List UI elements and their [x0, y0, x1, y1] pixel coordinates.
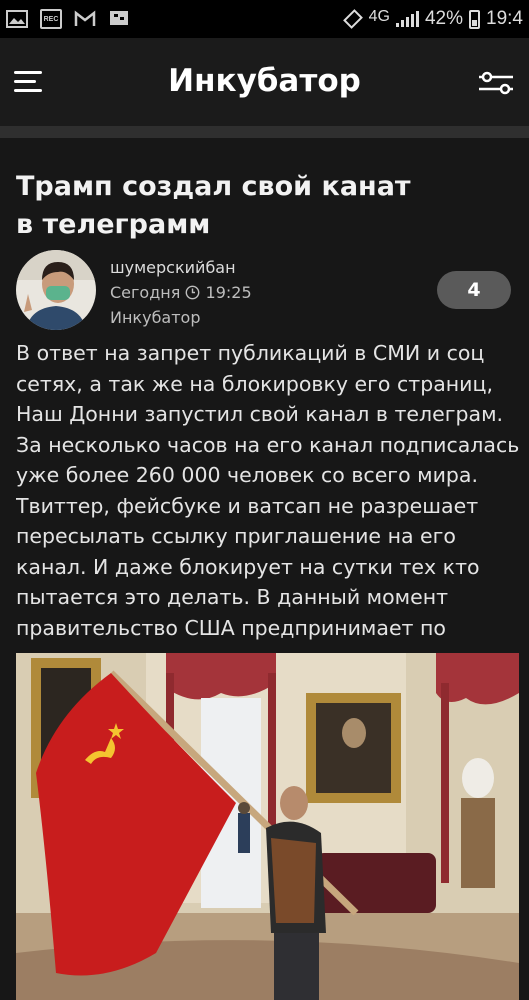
author-name[interactable]: шумерскийбан: [110, 255, 252, 280]
post-date: Сегодня 19:25: [110, 280, 252, 305]
battery-percent: 42%: [424, 8, 464, 29]
post-body: В ответ на запрет публикаций в СМИ и соц…: [16, 341, 520, 640]
post-card: Трамп создал свой канат в телеграмм шуме…: [0, 138, 529, 1000]
header-divider: [0, 126, 529, 138]
signal-icon: [395, 11, 419, 27]
vibrate-icon: [342, 9, 363, 29]
post-time: 19:25: [205, 283, 252, 302]
post-title[interactable]: Трамп создал свой канат в телеграмм: [16, 168, 416, 244]
post-image[interactable]: [16, 653, 519, 1000]
post-section[interactable]: Инкубатор: [110, 305, 252, 330]
avatar[interactable]: [16, 250, 96, 330]
page-title: Инкубатор: [168, 63, 361, 99]
rating-badge[interactable]: 4: [437, 271, 511, 309]
status-bar: REC 4G 42% 19:4: [0, 0, 529, 38]
filter-toggle-icon[interactable]: [477, 70, 515, 96]
gmail-icon: [74, 10, 96, 26]
app-bar: Инкубатор: [0, 38, 529, 126]
post-meta: шумерскийбан Сегодня 19:25 Инкубатор: [110, 255, 252, 330]
flag-icon: [110, 11, 128, 25]
network-type: 4G: [368, 8, 390, 25]
battery-icon: [469, 9, 481, 29]
clock-icon: [186, 285, 200, 300]
post-date-label: Сегодня: [110, 283, 181, 302]
gallery-icon: [6, 10, 28, 28]
clock-time: 19:4: [486, 8, 523, 29]
rec-icon: REC: [40, 9, 62, 29]
